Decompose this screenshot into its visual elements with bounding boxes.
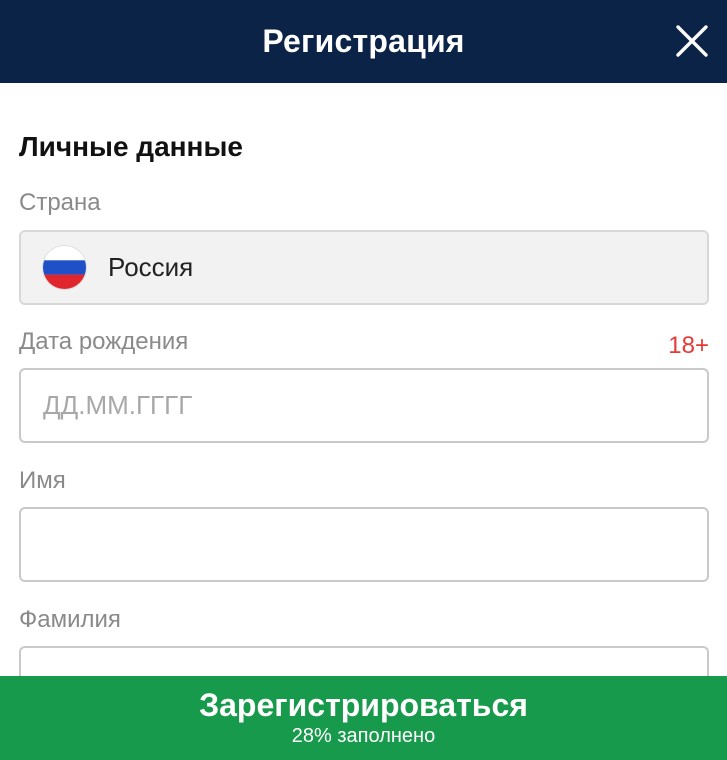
first-name-label: Имя — [19, 467, 66, 494]
country-label: Страна — [19, 189, 101, 216]
age-restriction-badge: 18+ — [668, 332, 709, 359]
register-button-label: Зарегистрироваться — [199, 687, 528, 723]
country-field[interactable]: Россия — [19, 230, 709, 305]
header-bar: Регистрация — [0, 0, 727, 83]
registration-screen: Регистрация Личные данные Страна Россия … — [0, 0, 727, 760]
section-title: Личные данные — [19, 131, 243, 162]
register-button[interactable]: Зарегистрироваться 28% заполнено — [0, 676, 727, 760]
birthdate-input[interactable] — [19, 368, 709, 443]
birthdate-label: Дата рождения — [19, 328, 189, 355]
close-icon — [676, 25, 708, 57]
russia-flag-icon — [43, 246, 86, 289]
country-value: Россия — [108, 252, 194, 282]
form-progress-text: 28% заполнено — [291, 725, 436, 747]
page-title: Регистрация — [262, 23, 465, 59]
first-name-input[interactable] — [19, 507, 709, 582]
close-button[interactable] — [673, 22, 711, 60]
last-name-label: Фамилия — [19, 606, 121, 633]
